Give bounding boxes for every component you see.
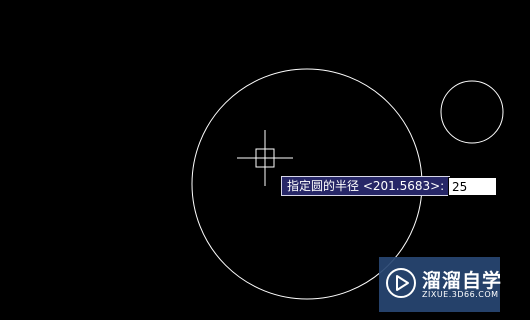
watermark-url: ZIXUE.3D66.COM [422, 290, 499, 299]
play-logo-icon [386, 268, 416, 298]
drawing-canvas[interactable]: 指定圆的半径 <201.5683>: 溜溜自学 ZIXUE.3D66.COM [0, 0, 530, 320]
radius-prompt-label: 指定圆的半径 <201.5683>: [281, 176, 451, 196]
watermark-title: 溜溜自学 [422, 270, 503, 292]
watermark: 溜溜自学 ZIXUE.3D66.COM [379, 257, 503, 312]
radius-input[interactable] [448, 177, 497, 196]
small-circle[interactable] [440, 80, 504, 144]
